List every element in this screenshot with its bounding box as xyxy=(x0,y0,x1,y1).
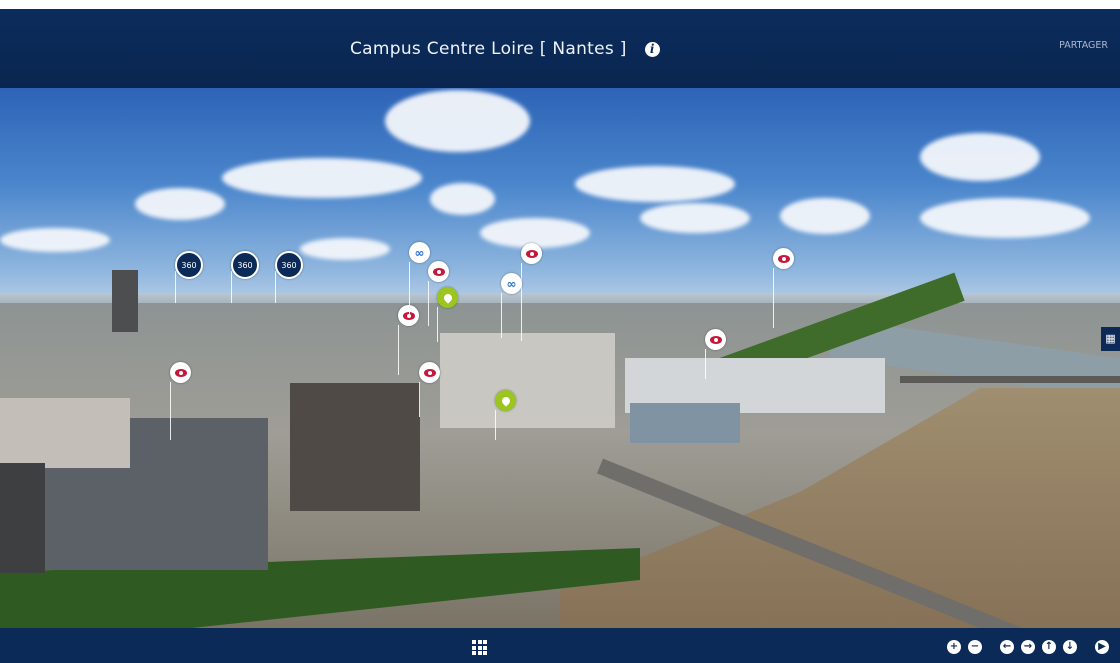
building xyxy=(290,383,420,511)
panorama-360-icon: 360 xyxy=(175,251,203,279)
zoom-out-icon[interactable]: − xyxy=(968,640,982,654)
location-pin-icon xyxy=(437,287,458,308)
cloud xyxy=(0,228,110,252)
location-pin-icon xyxy=(495,390,516,411)
eye-icon xyxy=(419,362,440,383)
panorama-360-icon: 360 xyxy=(231,251,259,279)
cloud xyxy=(920,198,1090,238)
eye-icon xyxy=(521,243,542,264)
cloud xyxy=(640,203,750,233)
top-strip xyxy=(0,0,1120,9)
share-button[interactable]: PARTAGER xyxy=(1059,40,1108,51)
cloud xyxy=(222,158,422,198)
panorama-sky xyxy=(0,88,1120,303)
cloud xyxy=(780,198,870,234)
page-title: Campus Centre Loire [ Nantes ] xyxy=(350,39,627,59)
zoom-in-icon[interactable]: + xyxy=(947,640,961,654)
eye-icon xyxy=(773,248,794,269)
link-icon: ∞ xyxy=(501,273,522,294)
tower-building xyxy=(112,270,138,332)
title-group: Campus Centre Loire [ Nantes ] i xyxy=(350,39,660,59)
cloud xyxy=(575,166,735,202)
cloud xyxy=(135,188,225,220)
building xyxy=(0,398,130,468)
eye-icon xyxy=(170,362,191,383)
grid-menu-icon[interactable] xyxy=(472,640,487,655)
info-icon[interactable]: i xyxy=(644,41,660,57)
footer-toolbar: + − ← → ↑ ↓ ▶ xyxy=(0,628,1120,663)
building xyxy=(630,403,740,443)
building xyxy=(440,333,615,428)
cloud xyxy=(385,90,530,152)
link-icon: ∞ xyxy=(409,242,430,263)
building xyxy=(0,463,45,573)
pan-down-icon[interactable]: ↓ xyxy=(1063,640,1077,654)
pan-left-icon[interactable]: ← xyxy=(1000,640,1014,654)
header-bar: Campus Centre Loire [ Nantes ] i PARTAGE… xyxy=(0,9,1120,88)
cloud xyxy=(430,183,495,215)
play-icon[interactable]: ▶ xyxy=(1095,640,1109,654)
panorama-360-icon: 360 xyxy=(275,251,303,279)
eye-icon xyxy=(705,329,726,350)
eye-icon xyxy=(428,261,449,282)
map-icon[interactable]: ▦ xyxy=(1101,327,1120,351)
pan-right-icon[interactable]: → xyxy=(1021,640,1035,654)
cloud xyxy=(300,238,390,260)
cloud xyxy=(920,133,1040,181)
pan-up-icon[interactable]: ↑ xyxy=(1042,640,1056,654)
panorama-viewer[interactable]: 360 360 360 ∞ ∞ ▦ xyxy=(0,88,1120,628)
far-bridge xyxy=(900,376,1120,383)
